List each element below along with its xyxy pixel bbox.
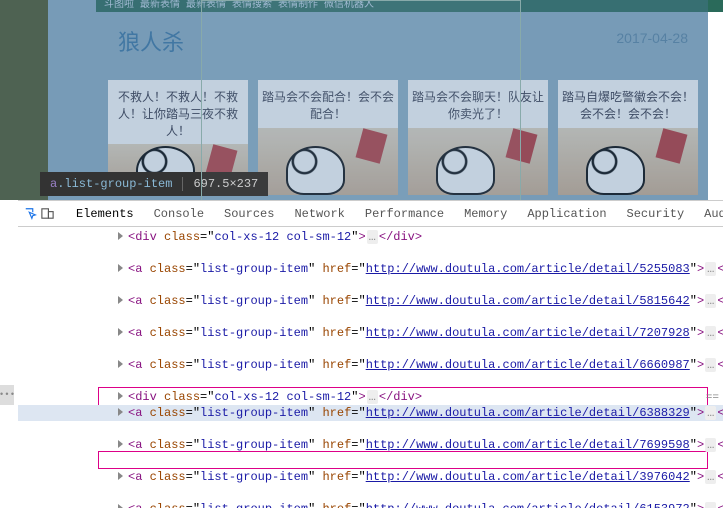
- tab-elements[interactable]: Elements: [67, 201, 143, 227]
- inspect-icon[interactable]: [24, 203, 38, 225]
- tab-sources[interactable]: Sources: [215, 201, 283, 227]
- dom-node[interactable]: <a class="list-group-item" href="http://…: [18, 293, 723, 309]
- dom-tree[interactable]: == $0 <div class="col-xs-12 col-sm-12">……: [18, 227, 723, 508]
- dom-comment[interactable]: [18, 245, 723, 261]
- dom-comment[interactable]: [18, 485, 723, 501]
- tab-audits[interactable]: Audits: [695, 201, 723, 227]
- dom-comment[interactable]: [18, 341, 723, 357]
- tab-application[interactable]: Application: [518, 201, 615, 227]
- page-viewport: 斗图啦 最新表情 最新表情 表情搜索 表情制作 微信机器人 狼人杀 2017-0…: [0, 0, 723, 200]
- inspect-tooltip: a.list-group-item 697.5×237: [40, 172, 268, 196]
- tooltip-dimensions: 697.5×237: [182, 177, 258, 191]
- inspect-overlay-left: [0, 0, 48, 200]
- dom-node[interactable]: <a class="list-group-item" href="http://…: [18, 469, 723, 485]
- devtools-panel: Elements Console Sources Network Perform…: [18, 200, 723, 508]
- tab-security[interactable]: Security: [618, 201, 694, 227]
- tab-console[interactable]: Console: [145, 201, 213, 227]
- tab-memory[interactable]: Memory: [455, 201, 516, 227]
- dom-node[interactable]: <div class="col-xs-12 col-sm-12">…</div>: [18, 389, 723, 405]
- dom-node[interactable]: <a class="list-group-item" href="http://…: [18, 501, 723, 508]
- dom-comment[interactable]: [18, 373, 723, 389]
- collapsed-gutter-icon[interactable]: •••: [0, 385, 14, 405]
- tab-performance[interactable]: Performance: [356, 201, 453, 227]
- dom-node[interactable]: <div class="col-xs-12 col-sm-12">…</div>: [18, 229, 723, 245]
- tooltip-tag: a: [50, 177, 57, 191]
- dom-comment[interactable]: [18, 453, 723, 469]
- dom-comment[interactable]: [18, 421, 723, 437]
- tab-network[interactable]: Network: [285, 201, 353, 227]
- dom-comment[interactable]: [18, 277, 723, 293]
- device-toggle-icon[interactable]: [40, 203, 55, 225]
- dom-node[interactable]: <a class="list-group-item" href="http://…: [18, 325, 723, 341]
- inspect-overlay: [48, 0, 708, 200]
- devtools-toolbar: Elements Console Sources Network Perform…: [18, 201, 723, 227]
- dom-node[interactable]: <a class="list-group-item" href="http://…: [18, 261, 723, 277]
- dom-node[interactable]: <a class="list-group-item" href="http://…: [18, 405, 723, 421]
- dom-node[interactable]: <a class="list-group-item" href="http://…: [18, 357, 723, 373]
- tooltip-class: list-group-item: [64, 177, 172, 191]
- dom-node[interactable]: <a class="list-group-item" href="http://…: [18, 437, 723, 453]
- tooltip-dot: .: [57, 177, 64, 191]
- dom-comment[interactable]: [18, 309, 723, 325]
